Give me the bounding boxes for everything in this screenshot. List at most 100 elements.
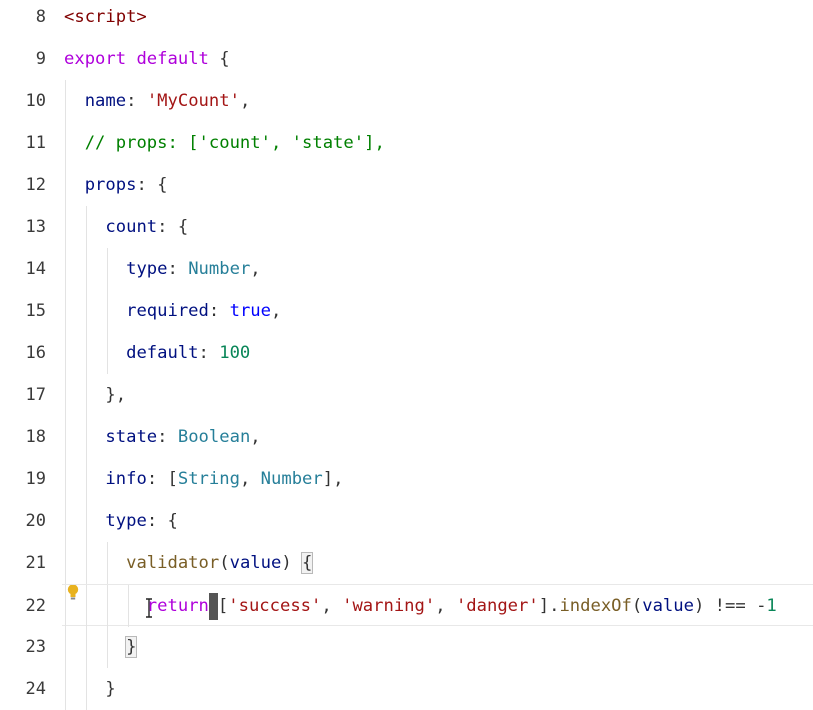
code-token: String: [177, 469, 240, 489]
line-number: 14: [25, 259, 46, 279]
line-number: 9: [35, 49, 46, 69]
code-token: :: [208, 301, 230, 321]
line-number: 19: [25, 469, 46, 489]
code-text: state: Boolean,: [64, 416, 261, 458]
code-line[interactable]: 20 type: {: [0, 500, 813, 542]
code-token: :: [126, 91, 147, 111]
text-caret: [208, 592, 218, 620]
code-line[interactable]: 19 info: [String, Number],: [0, 458, 813, 500]
code-token: : {: [146, 511, 178, 531]
code-line[interactable]: 16 default: 100: [0, 332, 813, 374]
code-token: ,: [250, 259, 261, 279]
code-token: type: [105, 511, 147, 531]
code-text: info: [String, Number],: [64, 458, 343, 500]
code-token: : {: [157, 217, 189, 237]
code-token: },: [105, 385, 127, 405]
code-token: ,: [271, 301, 282, 321]
code-token: 'MyCount': [146, 91, 240, 111]
line-number: 23: [25, 637, 46, 657]
code-token: default: [126, 343, 199, 363]
code-text: },: [64, 374, 126, 416]
code-line[interactable]: 23 }: [0, 626, 813, 668]
code-line[interactable]: 17 },: [0, 374, 813, 416]
code-token: Number: [260, 469, 323, 489]
code-text: }: [64, 626, 138, 668]
matched-bracket: }: [125, 636, 138, 658]
code-token: name: [84, 91, 127, 111]
line-number: 20: [25, 511, 46, 531]
code-token: :: [167, 259, 189, 279]
line-number: 12: [25, 175, 46, 195]
code-token: }: [105, 679, 116, 699]
line-number: 18: [25, 427, 46, 447]
code-text: // props: ['count', 'state'],: [64, 122, 385, 164]
code-token: ],: [322, 469, 344, 489]
matched-bracket: {: [301, 552, 314, 574]
code-line[interactable]: 10 name: 'MyCount',: [0, 80, 813, 122]
code-token: {: [208, 49, 230, 69]
code-token: ,: [250, 427, 261, 447]
code-line[interactable]: 12 props: {: [0, 164, 813, 206]
code-line[interactable]: 8 <script>: [0, 0, 813, 38]
code-token: ,: [239, 91, 251, 111]
line-number: 13: [25, 217, 46, 237]
code-line[interactable]: 9 export default {: [0, 38, 813, 80]
code-text: export default {: [64, 38, 230, 80]
code-line[interactable]: 11 // props: ['count', 'state'],: [0, 122, 813, 164]
code-token: state: [105, 427, 158, 447]
code-line[interactable]: 13 count: {: [0, 206, 813, 248]
code-token: 'danger': [455, 596, 539, 616]
code-token: value: [229, 553, 282, 573]
code-token: ,: [435, 596, 456, 616]
code-token: ,: [239, 469, 261, 489]
line-number: 8: [35, 7, 46, 27]
code-text: default: 100: [64, 332, 250, 374]
line-number: 22: [25, 596, 46, 616]
code-text: return ['success', 'warning', 'danger'].i…: [64, 585, 777, 627]
code-line[interactable]: 14 type: Number,: [0, 248, 813, 290]
code-token: <script>: [64, 7, 147, 27]
code-token: ].: [538, 596, 560, 616]
line-number: 17: [25, 385, 46, 405]
code-token: // props: ['count', 'state'],: [84, 133, 385, 153]
code-token: Number: [188, 259, 251, 279]
code-token: Boolean: [177, 427, 251, 447]
code-line[interactable]: 15 required: true,: [0, 290, 813, 332]
code-token: ,: [321, 596, 343, 616]
code-token: required: [126, 301, 209, 321]
code-token: return: [146, 596, 209, 616]
code-token: default: [136, 49, 209, 69]
code-text: type: {: [64, 500, 178, 542]
code-line[interactable]: 22 return ['success', 'warning', 'danger'…: [26, 584, 813, 627]
code-editor[interactable]: 8 <script> 9 export default {10 name: 'MyCo…: [0, 0, 813, 710]
code-token: count: [105, 217, 158, 237]
code-token: 100: [219, 343, 251, 363]
code-line[interactable]: 21 validator(value) {: [0, 542, 813, 584]
code-line[interactable]: 18 state: Boolean,: [0, 416, 813, 458]
code-token: ): [281, 553, 303, 573]
code-text: props: {: [64, 164, 168, 206]
code-token: [: [217, 596, 229, 616]
line-number: 16: [25, 343, 46, 363]
line-number: 11: [25, 133, 46, 153]
code-token: :: [198, 343, 220, 363]
line-number: 15: [25, 301, 46, 321]
code-text: <script>: [64, 0, 147, 38]
code-text: type: Number,: [64, 248, 261, 290]
code-token: indexOf: [559, 596, 632, 616]
code-token: export: [64, 49, 127, 69]
line-number: 21: [25, 553, 46, 573]
